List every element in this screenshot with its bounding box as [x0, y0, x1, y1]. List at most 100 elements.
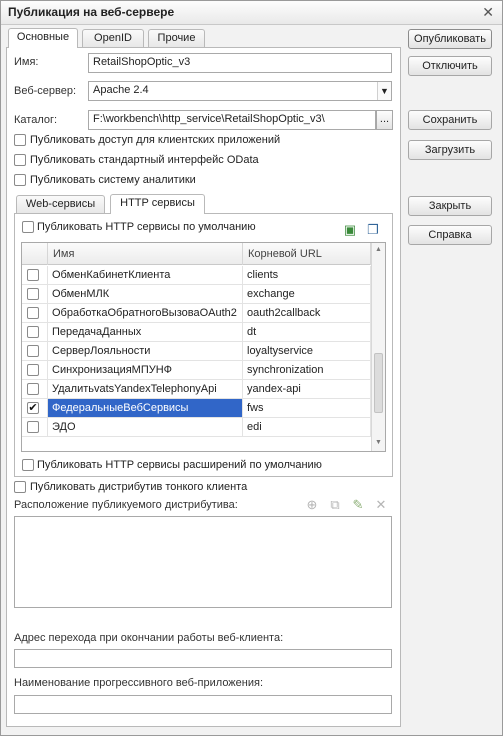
- load-button[interactable]: Загрузить: [408, 140, 492, 160]
- header-check-col: [22, 243, 48, 265]
- publish-thin-client-label: Публиковать дистрибутив тонкого клиента: [30, 481, 248, 493]
- row-name[interactable]: ОбменКабинетКлиента: [48, 266, 243, 284]
- add-icon[interactable]: ⊕: [304, 497, 320, 513]
- name-label: Имя:: [14, 56, 39, 68]
- copy-icon[interactable]: ⧉: [327, 497, 343, 513]
- check-all-icon[interactable]: ▣: [342, 222, 358, 238]
- publish-client-access-checkbox[interactable]: [14, 134, 26, 146]
- row-checkbox[interactable]: [27, 307, 39, 319]
- uncheck-all-icon[interactable]: ❐: [365, 222, 381, 238]
- row-check-cell: [22, 323, 48, 341]
- table-row[interactable]: ОбработкаОбратногоВызоваOAuth2 oauth2call…: [22, 304, 371, 323]
- unpublish-button[interactable]: Отключить: [408, 56, 492, 76]
- publish-thin-client-checkbox[interactable]: [14, 481, 26, 493]
- publish-odata-label: Публиковать стандартный интерфейс OData: [30, 154, 259, 166]
- publish-odata-checkbox[interactable]: [14, 154, 26, 166]
- row-name[interactable]: ПередачаДанных: [48, 323, 243, 341]
- publish-http-ext-label: Публиковать HTTP сервисы расширений по у…: [37, 459, 322, 471]
- pwa-name-label: Наименование прогрессивного веб-приложен…: [14, 677, 264, 689]
- row-url[interactable]: fws: [243, 399, 371, 417]
- help-button[interactable]: Справка: [408, 225, 492, 245]
- row-name[interactable]: ОбменМЛК: [48, 285, 243, 303]
- publish-analytics-checkbox[interactable]: [14, 174, 26, 186]
- row-check-cell: [22, 304, 48, 322]
- pwa-name-field[interactable]: [14, 695, 392, 714]
- row-checkbox[interactable]: [27, 288, 39, 300]
- row-url[interactable]: exchange: [243, 285, 371, 303]
- row-check-cell: ✔: [22, 399, 48, 417]
- table-row[interactable]: ОбменКабинетКлиента clients: [22, 266, 371, 285]
- row-url[interactable]: clients: [243, 266, 371, 284]
- row-check-cell: [22, 380, 48, 398]
- scroll-down-icon[interactable]: ▼: [372, 436, 385, 450]
- tab-other[interactable]: Прочие: [148, 29, 205, 48]
- publish-button[interactable]: Опубликовать: [408, 29, 492, 49]
- webserver-select[interactable]: Apache 2.4 ▼: [88, 81, 392, 101]
- catalog-field[interactable]: F:\workbench\http_service\RetailShopOpti…: [88, 110, 376, 130]
- row-check-cell: [22, 418, 48, 436]
- publish-client-access-label: Публиковать доступ для клиентских прилож…: [30, 134, 281, 146]
- row-checkbox[interactable]: [27, 364, 39, 376]
- row-check-cell: [22, 342, 48, 360]
- table-row[interactable]: ПередачаДанных dt: [22, 323, 371, 342]
- row-checkbox[interactable]: ✔: [27, 402, 39, 414]
- name-field[interactable]: RetailShopOptic_v3: [88, 53, 392, 73]
- row-url[interactable]: oauth2callback: [243, 304, 371, 322]
- table-row[interactable]: ✔ ФедеральныеВебСервисы fws: [22, 399, 371, 418]
- row-check-cell: [22, 361, 48, 379]
- close-button[interactable]: Закрыть: [408, 196, 492, 216]
- row-checkbox[interactable]: [27, 326, 39, 338]
- row-checkbox[interactable]: [27, 269, 39, 281]
- webserver-label: Веб-сервер:: [14, 85, 77, 97]
- distribution-location-label: Расположение публикуемого дистрибутива:: [14, 499, 238, 511]
- exit-url-label: Адрес перехода при окончании работы веб-…: [14, 632, 284, 644]
- row-url[interactable]: dt: [243, 323, 371, 341]
- table-header: Имя Корневой URL: [22, 243, 371, 265]
- row-name[interactable]: ОбработкаОбратногоВызоваOAuth2: [48, 304, 243, 322]
- row-url[interactable]: yandex-api: [243, 380, 371, 398]
- tab-http-services[interactable]: HTTP сервисы: [110, 194, 205, 214]
- header-name[interactable]: Имя: [48, 243, 243, 265]
- publication-window: Публикация на веб-сервере ✕ Основные Ope…: [0, 0, 503, 736]
- exit-url-field[interactable]: [14, 649, 392, 668]
- row-name[interactable]: СинхронизацияМПУНФ: [48, 361, 243, 379]
- row-checkbox[interactable]: [27, 345, 39, 357]
- row-name[interactable]: ЭДО: [48, 418, 243, 436]
- tab-openid[interactable]: OpenID: [82, 29, 144, 48]
- chevron-down-icon[interactable]: ▼: [377, 82, 391, 100]
- table-row[interactable]: ОбменМЛК exchange: [22, 285, 371, 304]
- table-row[interactable]: УдалитьvatsYandexTelephonyApi yandex-api: [22, 380, 371, 399]
- row-url[interactable]: synchronization: [243, 361, 371, 379]
- delete-icon[interactable]: ✕: [373, 497, 389, 513]
- row-name[interactable]: УдалитьvatsYandexTelephonyApi: [48, 380, 243, 398]
- row-checkbox[interactable]: [27, 421, 39, 433]
- webserver-value: Apache 2.4: [93, 84, 149, 96]
- publish-http-default-label: Публиковать HTTP сервисы по умолчанию: [37, 221, 256, 233]
- tab-web-services[interactable]: Web-сервисы: [16, 195, 105, 214]
- distribution-location-list[interactable]: [14, 516, 392, 608]
- table-row[interactable]: ЭДО edi: [22, 418, 371, 437]
- tab-main[interactable]: Основные: [8, 28, 78, 48]
- scroll-up-icon[interactable]: ▲: [372, 243, 385, 257]
- row-url[interactable]: loyaltyservice: [243, 342, 371, 360]
- publish-http-default-checkbox[interactable]: [22, 221, 34, 233]
- row-name[interactable]: СерверЛояльности: [48, 342, 243, 360]
- row-url[interactable]: edi: [243, 418, 371, 436]
- edit-pencil-icon[interactable]: ✎: [350, 497, 366, 513]
- row-check-cell: [22, 285, 48, 303]
- window-title: Публикация на веб-сервере: [8, 5, 175, 19]
- row-check-cell: [22, 266, 48, 284]
- publish-http-ext-checkbox[interactable]: [22, 459, 34, 471]
- table-scrollbar[interactable]: ▲ ▼: [371, 243, 385, 451]
- row-name[interactable]: ФедеральныеВебСервисы: [48, 399, 243, 417]
- scroll-thumb[interactable]: [374, 353, 383, 413]
- save-button[interactable]: Сохранить: [408, 110, 492, 130]
- table-row[interactable]: СерверЛояльности loyaltyservice: [22, 342, 371, 361]
- publish-analytics-label: Публиковать систему аналитики: [30, 174, 196, 186]
- row-checkbox[interactable]: [27, 383, 39, 395]
- http-services-table: Имя Корневой URL ОбменКабинетКлиента clie…: [21, 242, 386, 452]
- close-icon[interactable]: ✕: [482, 4, 494, 21]
- header-url[interactable]: Корневой URL: [243, 243, 371, 265]
- table-row[interactable]: СинхронизацияМПУНФ synchronization: [22, 361, 371, 380]
- catalog-browse-button[interactable]: ...: [376, 110, 393, 130]
